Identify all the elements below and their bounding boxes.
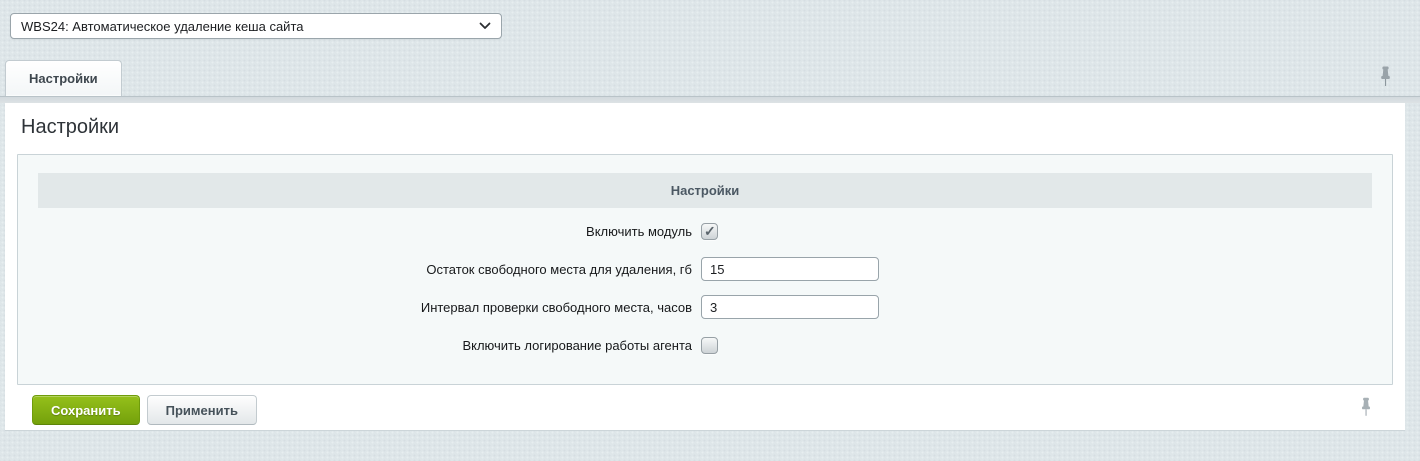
module-select-value: WBS24: Автоматическое удаление кеша сайт… (21, 19, 303, 34)
settings-form: Включить модуль Остаток свободного места… (18, 218, 1392, 384)
pin-icon-bottom[interactable] (1360, 397, 1372, 417)
form-row-enable-logging: Включить логирование работы агента (18, 332, 1392, 358)
apply-button[interactable]: Применить (147, 395, 257, 425)
panel-header: Настройки (38, 173, 1372, 208)
tab-strip: Настройки (0, 57, 1420, 96)
field-label: Включить логирование работы агента (18, 338, 701, 353)
main-content: Настройки Настройки Включить модуль Оста… (5, 103, 1405, 431)
pin-icon-top[interactable] (1379, 66, 1392, 87)
form-row-check-interval: Интервал проверки свободного места, часо… (18, 294, 1392, 320)
settings-panel: Настройки Включить модуль Остаток свобод… (17, 154, 1393, 385)
tab-strip-divider (0, 96, 1420, 103)
form-row-enable-module: Включить модуль (18, 218, 1392, 244)
enable-module-checkbox[interactable] (701, 223, 718, 240)
free-space-input[interactable] (701, 257, 879, 281)
check-interval-input[interactable] (701, 295, 879, 319)
form-row-free-space: Остаток свободного места для удаления, г… (18, 256, 1392, 282)
field-label: Интервал проверки свободного места, часо… (18, 300, 701, 315)
page-title: Настройки (5, 103, 1405, 139)
top-bar: WBS24: Автоматическое удаление кеша сайт… (0, 0, 1420, 57)
module-select[interactable]: WBS24: Автоматическое удаление кеша сайт… (10, 13, 502, 39)
chevron-down-icon (479, 22, 491, 30)
enable-logging-checkbox[interactable] (701, 337, 718, 354)
field-label: Включить модуль (18, 224, 701, 239)
tab-settings[interactable]: Настройки (5, 60, 122, 96)
field-label: Остаток свободного места для удаления, г… (18, 262, 701, 277)
footer-actions: Сохранить Применить (5, 385, 1405, 425)
tab-settings-label: Настройки (29, 71, 98, 86)
save-button[interactable]: Сохранить (32, 395, 140, 425)
